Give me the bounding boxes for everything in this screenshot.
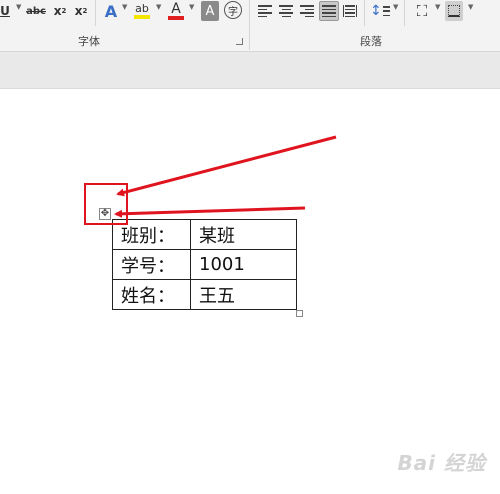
- annotation-arrow-upper: [116, 135, 337, 197]
- annotation-arrows: [114, 135, 337, 218]
- watermark-logo: Bai 经验: [397, 451, 486, 475]
- annotation-arrow-lower: [114, 206, 306, 218]
